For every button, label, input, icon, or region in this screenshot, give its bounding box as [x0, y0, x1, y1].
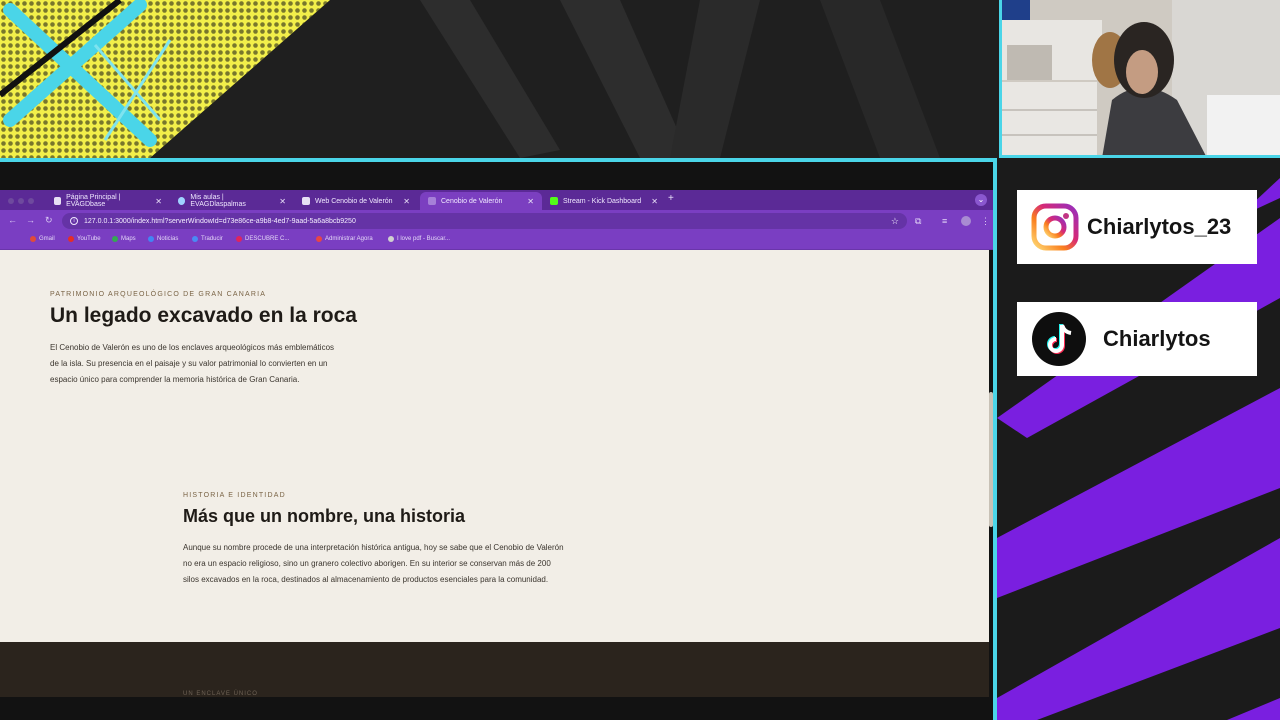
tiktok-icon	[1032, 312, 1086, 366]
media-icon[interactable]: ≡	[942, 216, 947, 226]
stream-banner	[0, 0, 997, 158]
browser-toolbar: ← → ↻ i 127.0.0.1:3000/index.html?server…	[0, 210, 993, 232]
tab-close-icon[interactable]: ✕	[651, 197, 658, 206]
dark-section: UN ENCLAVE ÚNICO	[0, 642, 989, 697]
tab-bar: Página Principal | EVAGDbase ✕ Mis aulas…	[0, 190, 993, 210]
bookmark-label: Gmail	[39, 236, 55, 242]
bookmark-label: Maps	[121, 236, 136, 242]
youtube-icon	[68, 236, 74, 242]
site-info-icon[interactable]: i	[70, 217, 78, 225]
body-line: silos excavados en la roca, destinados a…	[183, 575, 549, 584]
tab-close-icon[interactable]: ✕	[527, 197, 534, 206]
tab-label: Mis aulas | EVAGDlaspalmas	[190, 194, 246, 208]
window-close-dot[interactable]	[8, 198, 14, 204]
instagram-card: Chiarlytos_23	[1017, 190, 1257, 264]
body-line: de la isla. Su presencia en el paisaje y…	[50, 359, 328, 368]
tab-label: Página Principal | EVAGDbase	[66, 194, 121, 208]
browser-window: Página Principal | EVAGDbase ✕ Mis aulas…	[0, 158, 997, 720]
bookmark-gmail[interactable]: Gmail	[30, 236, 55, 242]
body-line: Aunque su nombre procede de una interpre…	[183, 543, 564, 552]
tab-close-icon[interactable]: ✕	[155, 197, 162, 206]
webcam-feed	[999, 0, 1280, 158]
tab-mis-aulas[interactable]: Mis aulas | EVAGDlaspalmas ✕	[170, 192, 294, 210]
page-scrollbar[interactable]	[989, 392, 993, 527]
tiktok-card: Chiarlytos	[1017, 302, 1257, 376]
bookmark-label: DESCUBRE C...	[245, 236, 290, 242]
dark-section-eyebrow: UN ENCLAVE ÚNICO	[183, 691, 258, 697]
bookmark-youtube[interactable]: YouTube	[68, 236, 101, 242]
forward-arrow-icon[interactable]: →	[26, 215, 35, 225]
address-bar[interactable]: i 127.0.0.1:3000/index.html?serverWindow…	[62, 213, 907, 229]
bookmark-traducir[interactable]: Traducir	[192, 236, 223, 242]
new-tab-button[interactable]: +	[668, 193, 674, 204]
maps-icon	[112, 236, 118, 242]
translate-icon	[192, 236, 198, 242]
agora-icon	[316, 236, 322, 242]
section1-body: El Cenobio de Valerón es uno de los encl…	[50, 340, 380, 388]
bookmark-maps[interactable]: Maps	[112, 236, 136, 242]
bookmark-label: Administrar Agora	[325, 236, 373, 242]
gmail-icon	[30, 236, 36, 242]
bookmark-star-icon[interactable]: ☆	[891, 216, 899, 227]
section2-body: Aunque su nombre procede de una interpre…	[183, 540, 613, 588]
back-arrow-icon[interactable]: ←	[8, 215, 17, 225]
bookmark-label: I love pdf - Buscar...	[397, 236, 451, 242]
window-maximize-dot[interactable]	[28, 198, 34, 204]
web-page-content: PATRIMONIO ARQUEOLÓGICO DE GRAN CANARIA …	[0, 250, 989, 642]
bookmark-noticias[interactable]: Noticias	[148, 236, 178, 242]
instagram-handle: Chiarlytos_23	[1087, 214, 1232, 239]
body-line: espacio único para comprender la memoria…	[50, 375, 300, 384]
section2-eyebrow: HISTORIA E IDENTIDAD	[183, 492, 286, 499]
webcam-image	[1002, 0, 1280, 155]
page-favicon-icon	[302, 197, 310, 205]
profile-avatar[interactable]	[961, 216, 971, 226]
tab-close-icon[interactable]: ✕	[279, 197, 286, 206]
tab-search-chevron-icon[interactable]: ⌄	[975, 194, 987, 206]
globe-icon	[178, 197, 186, 205]
tab-label: Stream - Kick Dashboard	[563, 197, 642, 205]
section1-eyebrow: PATRIMONIO ARQUEOLÓGICO DE GRAN CANARIA	[50, 291, 267, 298]
news-icon	[148, 236, 154, 242]
tab-close-icon[interactable]: ✕	[403, 197, 410, 206]
tiktok-handle: Chiarlytos	[1103, 326, 1211, 351]
kick-icon	[550, 197, 558, 205]
section1-title: Un legado excavado en la roca	[50, 304, 357, 327]
body-line: El Cenobio de Valerón es uno de los encl…	[50, 343, 335, 352]
reload-icon[interactable]: ↻	[45, 215, 53, 226]
url-text: 127.0.0.1:3000/index.html?serverWindowId…	[84, 217, 356, 225]
stream-layout: Página Principal | EVAGDbase ✕ Mis aulas…	[0, 0, 1280, 720]
tab-pagina-principal[interactable]: Página Principal | EVAGDbase ✕	[46, 192, 170, 210]
tab-web-cenobio[interactable]: Web Cenobio de Valerón ✕	[294, 192, 418, 210]
window-minimize-dot[interactable]	[18, 198, 24, 204]
tab-kick-dashboard[interactable]: Stream - Kick Dashboard ✕	[542, 192, 666, 210]
section2-title: Más que un nombre, una historia	[183, 506, 466, 526]
tab-cenobio-active[interactable]: Cenobio de Valerón ✕	[420, 192, 542, 210]
bookmark-agora[interactable]: Administrar Agora	[316, 236, 373, 242]
bookmark-label: Noticias	[157, 236, 179, 242]
descubre-icon	[236, 236, 242, 242]
banner-graphic	[0, 0, 997, 158]
evagd-favicon-icon	[54, 197, 62, 205]
tab-label: Web Cenobio de Valerón	[315, 197, 393, 205]
google-icon	[388, 236, 394, 242]
bookmark-descubre[interactable]: DESCUBRE C...	[236, 236, 289, 242]
instagram-icon	[1031, 203, 1079, 251]
bookmarks-bar: Gmail YouTube Maps Noticias Traducir DES…	[0, 232, 993, 250]
bookmark-label: Traducir	[201, 236, 223, 242]
social-panel: Chiarlytos_23 Chiarlytos	[997, 158, 1280, 720]
page-favicon-icon	[428, 197, 436, 205]
extensions-icon[interactable]: ⧉	[915, 216, 921, 227]
body-line: no era un espacio religioso, sino un gra…	[183, 559, 551, 568]
bookmark-label: YouTube	[77, 236, 101, 242]
menu-kebab-icon[interactable]: ⋮	[981, 216, 990, 227]
tab-label: Cenobio de Valerón	[441, 197, 503, 205]
bookmark-ilovepdf[interactable]: I love pdf - Buscar...	[388, 236, 450, 242]
